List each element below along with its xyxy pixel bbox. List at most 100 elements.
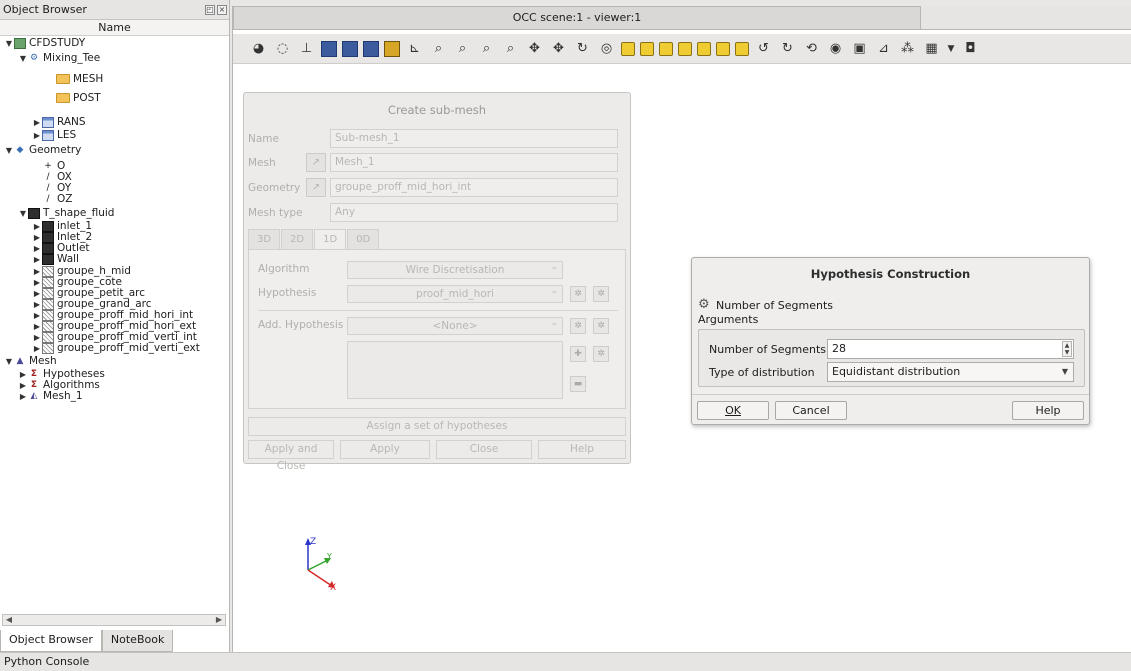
expand-arrow-icon[interactable]: ▶ [32,344,42,353]
new-hypothesis-icon[interactable]: ✲ [593,286,609,302]
tree-item[interactable]: ▼ CFDSTUDY [4,36,85,50]
tree-item[interactable]: ▶ RANS [32,115,86,129]
tree-item[interactable]: ▼ ⚙ Mixing_Tee [18,51,100,65]
apply-close-button[interactable]: Apply and Close [248,440,334,472]
tree-item[interactable]: MESH [46,72,103,86]
remove-from-list-icon[interactable]: ▬ [570,376,586,392]
axes-icon[interactable]: ⊾ [405,39,424,58]
view-left-icon[interactable] [697,41,711,56]
collapse-arrow-icon[interactable]: ▼ [4,357,14,366]
zoom-fit-icon[interactable]: ⌕ [477,39,496,58]
mesh-field[interactable]: Mesh_1 [330,153,618,172]
zoom-icon[interactable]: ⌕ [429,39,448,58]
memorize-view-icon[interactable]: ◉ [826,39,845,58]
expand-arrow-icon[interactable]: ▶ [32,131,42,140]
poly-select-icon[interactable] [363,40,379,57]
select-highlight-icon[interactable] [384,40,400,57]
algorithm-combo[interactable]: Wire Discretisation [347,259,563,279]
scroll-right-icon[interactable]: ▶ [213,615,225,625]
add-to-list-icon[interactable]: ✚ [570,346,586,362]
mesh-type-combo[interactable]: Any [330,203,618,222]
new-add-hypothesis-icon[interactable]: ✲ [593,318,609,334]
rotation-point-icon[interactable]: ◎ [597,39,616,58]
float-icon[interactable]: ◰ [205,4,215,15]
view-cube-icon[interactable]: ◘ [961,39,980,58]
view-back-icon[interactable] [640,41,654,56]
help-button[interactable]: Help [538,440,626,459]
dump-view-icon[interactable]: ◕ [249,39,268,58]
rect-select-icon[interactable] [342,40,358,57]
assign-set-button[interactable]: Assign a set of hypotheses [248,417,626,436]
edit-list-icon[interactable]: ✲ [593,346,609,362]
tab-1d[interactable]: 1D [314,229,347,249]
view-front-icon[interactable] [621,41,635,56]
expand-arrow-icon[interactable]: ▶ [32,118,42,127]
view-iso-icon[interactable] [735,41,749,56]
geometry-field[interactable]: groupe_proff_mid_hori_int [330,178,618,197]
geometry-select-icon[interactable]: ↗ [306,178,326,197]
tree-item[interactable]: ▼ ▲ Mesh [4,354,57,368]
trihedron-icon[interactable]: ⊥ [297,39,316,58]
cancel-button[interactable]: Cancel [775,401,847,420]
clipping-icon[interactable]: ▣ [850,39,869,58]
collapse-arrow-icon[interactable]: ▼ [18,54,28,63]
distribution-select[interactable]: Equidistant distribution ▼ [827,362,1074,382]
rotate-icon[interactable]: ↻ [573,39,592,58]
pan-icon[interactable]: ✥ [525,39,544,58]
chevron-down-icon: ▼ [1061,367,1068,376]
viewer-tab[interactable]: OCC scene:1 - viewer:1 [233,6,921,30]
add-hypothesis-combo[interactable]: <None> [347,315,563,335]
hatch-icon [42,342,54,354]
collapse-arrow-icon[interactable]: ▼ [4,146,14,155]
tree-item-label: Mixing_Tee [43,52,101,64]
hypothesis-help-button[interactable]: Help [1012,401,1084,420]
view-bottom-icon[interactable] [678,41,692,56]
edit-hypothesis-icon[interactable]: ✲ [570,286,586,302]
edit-add-hypothesis-icon[interactable]: ✲ [570,318,586,334]
tab-3d[interactable]: 3D [248,229,281,249]
reset-icon[interactable]: ⟲ [802,39,821,58]
spin-arrows-icon[interactable]: ▲ ▼ [1062,341,1072,357]
tree-item[interactable]: ▶ ◭ Mesh_1 [18,389,83,403]
tab-object-browser[interactable]: Object Browser [0,630,102,652]
graduated-axes-icon[interactable]: ⁂ [898,39,917,58]
tree-item[interactable]: ▼ T_shape_fluid [18,206,115,220]
ok-button[interactable]: OK [697,401,769,420]
expand-arrow-icon[interactable]: ▶ [32,255,42,264]
close-icon[interactable]: × [217,4,227,15]
tab-notebook[interactable]: NoteBook [101,630,174,652]
view-right-icon[interactable] [716,41,730,56]
apply-button[interactable]: Apply [340,440,430,459]
ambient-icon[interactable]: ▦ [922,39,941,58]
collapse-arrow-icon[interactable]: ▼ [4,39,14,48]
tab-2d[interactable]: 2D [281,229,314,249]
zoom-area-icon[interactable]: ⌕ [453,39,472,58]
hypothesis-combo[interactable]: proof_mid_hori [347,283,563,303]
scaling-icon[interactable]: ⊿ [874,39,893,58]
num-segments-input[interactable]: 28 ▲ ▼ [827,339,1074,359]
expand-arrow-icon[interactable]: ▶ [18,392,28,401]
zoom-selection-icon[interactable]: ⌕ [501,39,520,58]
additional-hypotheses-list[interactable] [347,341,563,399]
name-field[interactable]: Sub-mesh_1 [330,129,618,148]
chevron-down-icon[interactable]: ▼ [946,39,956,58]
scroll-left-icon[interactable]: ◀ [3,615,15,625]
tree-item[interactable]: ▶ LES [32,128,76,142]
close-button[interactable]: Close [436,440,532,459]
mouse-icon[interactable]: ◌ [273,39,292,58]
mesh-select-icon[interactable]: ↗ [306,153,326,172]
tree-item[interactable]: ∕ OZ [32,192,72,206]
tree-item[interactable]: ▼ ◆ Geometry [4,143,81,157]
horizontal-scrollbar[interactable]: ◀ ▶ [2,614,226,626]
tab-0d[interactable]: 0D [347,229,380,249]
rotate-ccw-icon[interactable]: ↺ [754,39,773,58]
collapse-arrow-icon[interactable]: ▼ [18,209,28,218]
tree-item[interactable]: POST [46,91,101,105]
name-column-header[interactable]: Name [0,20,229,36]
python-console-bar[interactable]: Python Console [0,652,1131,671]
rotate-cw-icon[interactable]: ↻ [778,39,797,58]
global-pan-icon[interactable]: ✥ [549,39,568,58]
tree-item[interactable]: ▶ groupe_proff_mid_verti_ext [32,341,200,355]
view-top-icon[interactable] [659,41,673,56]
selection-mode-icon[interactable] [321,40,337,57]
